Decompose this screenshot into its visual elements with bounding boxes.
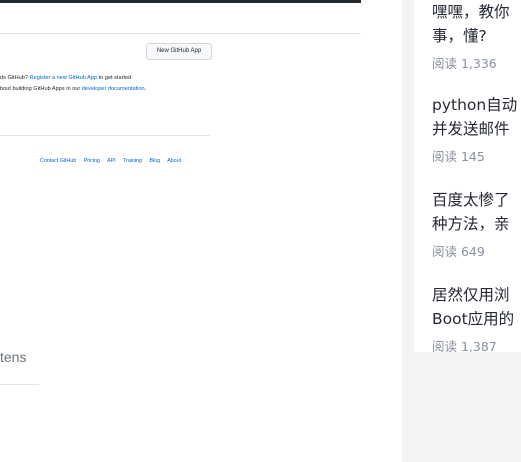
article-title-line: 嘿嘿，教你 xyxy=(432,3,510,21)
article-read-count: 阅读 1,387 xyxy=(432,339,497,352)
footer-link-training[interactable]: Training xyxy=(123,158,142,164)
tokens-tab[interactable]: tens xyxy=(0,349,26,365)
article-read-count: 阅读 145 xyxy=(432,149,485,164)
new-github-app-button[interactable]: New GitHub App xyxy=(146,43,212,60)
footer-link-contact[interactable]: Contact GitHub xyxy=(40,158,76,164)
divider xyxy=(0,33,361,34)
github-apps-intro-line: ds GitHub? Register a new GitHub App to … xyxy=(0,73,131,83)
footer-link-pricing[interactable]: Pricing xyxy=(84,158,100,164)
article-title-line: 居然仅用浏 xyxy=(432,286,510,304)
article-title-line: 种方法，亲 xyxy=(432,215,510,233)
footer-link-api[interactable]: API xyxy=(107,158,116,164)
article-title-line: 百度太惨了 xyxy=(432,191,510,209)
article-item[interactable]: 嘿嘿，教你 事，懂? 阅读 1,336 xyxy=(432,0,521,72)
footer-link-about[interactable]: About xyxy=(167,158,181,164)
article-title[interactable]: 百度太惨了 种方法，亲 xyxy=(432,188,521,236)
related-articles-card: 嘿嘿，教你 事，懂? 阅读 1,336 python自动 并发送邮件 阅读 14… xyxy=(414,0,521,352)
article-title-line: python自动 xyxy=(432,96,518,114)
article-title[interactable]: python自动 并发送邮件 xyxy=(432,93,521,141)
article-title-line: 事，懂? xyxy=(432,27,487,45)
docs-text-suffix: . xyxy=(144,86,147,92)
tab-underline xyxy=(0,384,39,385)
github-apps-docs-line: bout building GitHub Apps in our develop… xyxy=(0,84,146,94)
intro-text: ds GitHub? xyxy=(0,75,30,81)
intro-text-suffix: to get started xyxy=(97,75,132,81)
docs-text: bout building GitHub Apps in our xyxy=(0,86,82,92)
article-item[interactable]: 居然仅用浏 Boot应用的 阅读 1,387 xyxy=(432,283,521,352)
github-footer-links: Contact GitHub Pricing API Training Blog… xyxy=(40,158,181,164)
article-title[interactable]: 居然仅用浏 Boot应用的 xyxy=(432,283,521,331)
article-item[interactable]: python自动 并发送邮件 阅读 145 xyxy=(432,93,521,165)
article-read-count: 阅读 649 xyxy=(432,244,485,259)
article-title-line: Boot应用的 xyxy=(432,310,515,328)
article-read-count: 阅读 1,336 xyxy=(432,56,497,71)
github-header-bar xyxy=(0,0,361,3)
footer-divider xyxy=(0,135,210,136)
developer-docs-link[interactable]: developer documentation xyxy=(82,86,145,92)
article-item[interactable]: 百度太惨了 种方法，亲 阅读 649 xyxy=(432,188,521,260)
article-title-line: 并发送邮件 xyxy=(432,120,510,138)
article-title[interactable]: 嘿嘿，教你 事，懂? xyxy=(432,0,521,48)
footer-link-blog[interactable]: Blog xyxy=(149,158,160,164)
register-app-link[interactable]: Register a new GitHub App xyxy=(30,75,97,81)
